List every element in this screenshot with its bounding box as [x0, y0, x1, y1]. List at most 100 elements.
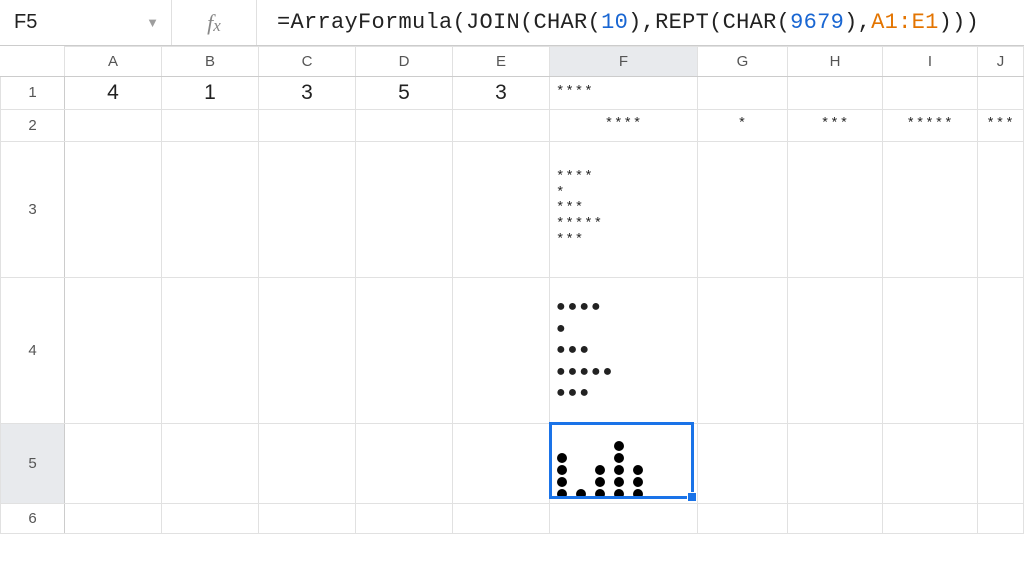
name-box[interactable]: F5 ▼ [0, 0, 172, 45]
cell-D2[interactable] [356, 109, 453, 141]
cell-C3[interactable] [259, 141, 356, 277]
row-header-3[interactable]: 3 [1, 141, 65, 277]
cell-J1[interactable] [978, 77, 1024, 110]
cell-D3[interactable] [356, 141, 453, 277]
cell-H4[interactable] [788, 277, 883, 423]
cell-A5[interactable] [65, 423, 162, 503]
cell-H2[interactable]: *** [788, 109, 883, 141]
cell-I6[interactable] [883, 503, 978, 533]
cell-E4[interactable] [453, 277, 550, 423]
cell-B4[interactable] [162, 277, 259, 423]
cell-D6[interactable] [356, 503, 453, 533]
spreadsheet-grid[interactable]: A B C D E F G H I J 1 4 1 3 5 3 **** 2 [0, 46, 1024, 534]
dot-icon [557, 489, 567, 499]
col-header-B[interactable]: B [162, 47, 259, 77]
dot-icon [633, 489, 643, 499]
row-header-1[interactable]: 1 [1, 77, 65, 110]
cell-A3[interactable] [65, 141, 162, 277]
cell-B5[interactable] [162, 423, 259, 503]
cell-B2[interactable] [162, 109, 259, 141]
col-header-D[interactable]: D [356, 47, 453, 77]
cell-A1[interactable]: 4 [65, 77, 162, 110]
cell-H3[interactable] [788, 141, 883, 277]
cell-F3[interactable]: **** * *** ***** *** [550, 141, 698, 277]
cell-G6[interactable] [698, 503, 788, 533]
cell-G2[interactable]: * [698, 109, 788, 141]
dot-column [614, 441, 624, 499]
cell-E2[interactable] [453, 109, 550, 141]
col-header-F[interactable]: F [550, 47, 698, 77]
cell-J4[interactable] [978, 277, 1024, 423]
cell-F4[interactable]: ●●●● ● ●●● ●●●●● ●●● [550, 277, 698, 423]
col-header-H[interactable]: H [788, 47, 883, 77]
cell-E5[interactable] [453, 423, 550, 503]
table-row: 4 ●●●● ● ●●● ●●●●● ●●● [1, 277, 1024, 423]
col-header-A[interactable]: A [65, 47, 162, 77]
cell-C6[interactable] [259, 503, 356, 533]
cell-H6[interactable] [788, 503, 883, 533]
formula-number: 9679 [790, 10, 844, 35]
cell-I2[interactable]: ***** [883, 109, 978, 141]
cell-A6[interactable] [65, 503, 162, 533]
cell-D4[interactable] [356, 277, 453, 423]
cell-I4[interactable] [883, 277, 978, 423]
dot-icon [595, 489, 605, 499]
dot-icon [595, 465, 605, 475]
cell-J5[interactable] [978, 423, 1024, 503]
cell-H1[interactable] [788, 77, 883, 110]
name-box-caret-icon[interactable]: ▼ [146, 15, 159, 30]
col-header-E[interactable]: E [453, 47, 550, 77]
select-all-corner[interactable] [1, 47, 65, 77]
cell-F6[interactable] [550, 503, 698, 533]
cell-G5[interactable] [698, 423, 788, 503]
cell-G3[interactable] [698, 141, 788, 277]
cell-I1[interactable] [883, 77, 978, 110]
col-header-I[interactable]: I [883, 47, 978, 77]
cell-I5[interactable] [883, 423, 978, 503]
dot-icon [557, 465, 567, 475]
cell-E6[interactable] [453, 503, 550, 533]
column-header-row: A B C D E F G H I J [1, 47, 1024, 77]
cell-D1[interactable]: 5 [356, 77, 453, 110]
fx-icon[interactable]: fx [172, 0, 257, 45]
cell-G4[interactable] [698, 277, 788, 423]
cell-J2[interactable]: *** [978, 109, 1024, 141]
cell-C4[interactable] [259, 277, 356, 423]
row-header-2[interactable]: 2 [1, 109, 65, 141]
cell-C2[interactable] [259, 109, 356, 141]
name-box-value: F5 [14, 11, 37, 34]
table-row: 2 **** * *** ***** *** [1, 109, 1024, 141]
col-header-J[interactable]: J [978, 47, 1024, 77]
cell-F2[interactable]: **** [550, 109, 698, 141]
cell-B3[interactable] [162, 141, 259, 277]
cell-C1[interactable]: 3 [259, 77, 356, 110]
row-header-5[interactable]: 5 [1, 423, 65, 503]
formula-range-ref: A1:E1 [871, 10, 939, 35]
cell-J6[interactable] [978, 503, 1024, 533]
sheet-table: A B C D E F G H I J 1 4 1 3 5 3 **** 2 [0, 46, 1024, 534]
cell-F5[interactable] [550, 423, 698, 503]
cell-B6[interactable] [162, 503, 259, 533]
cell-D5[interactable] [356, 423, 453, 503]
col-header-G[interactable]: G [698, 47, 788, 77]
cell-A2[interactable] [65, 109, 162, 141]
cell-I3[interactable] [883, 141, 978, 277]
dot-icon [614, 453, 624, 463]
formula-input[interactable]: =ArrayFormula(JOIN(CHAR(10),REPT(CHAR(96… [257, 10, 1024, 35]
table-row: 6 [1, 503, 1024, 533]
row-header-6[interactable]: 6 [1, 503, 65, 533]
row-header-4[interactable]: 4 [1, 277, 65, 423]
cell-E3[interactable] [453, 141, 550, 277]
cell-B1[interactable]: 1 [162, 77, 259, 110]
cell-H5[interactable] [788, 423, 883, 503]
cell-E1[interactable]: 3 [453, 77, 550, 110]
col-header-C[interactable]: C [259, 47, 356, 77]
cell-A4[interactable] [65, 277, 162, 423]
formula-bar: F5 ▼ fx =ArrayFormula(JOIN(CHAR(10),REPT… [0, 0, 1024, 46]
dot-icon [633, 465, 643, 475]
cell-G1[interactable] [698, 77, 788, 110]
cell-F1[interactable]: **** [550, 77, 698, 110]
cell-C5[interactable] [259, 423, 356, 503]
cell-J3[interactable] [978, 141, 1024, 277]
dot-icon [576, 489, 586, 499]
